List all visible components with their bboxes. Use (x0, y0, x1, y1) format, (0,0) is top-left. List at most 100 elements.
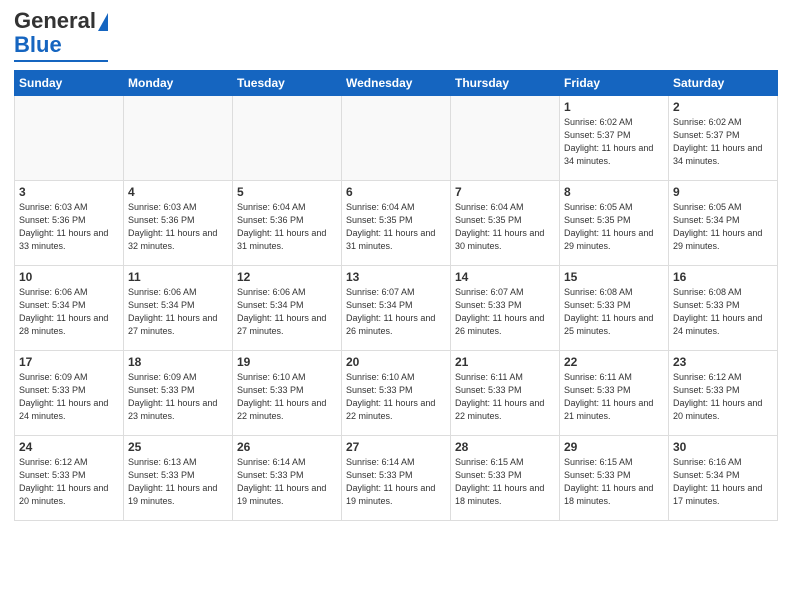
day-number: 13 (346, 270, 446, 284)
logo-triangle-icon (98, 13, 108, 31)
day-info: Sunrise: 6:13 AMSunset: 5:33 PMDaylight:… (128, 456, 228, 508)
day-info: Sunrise: 6:14 AMSunset: 5:33 PMDaylight:… (237, 456, 337, 508)
calendar-cell: 13 Sunrise: 6:07 AMSunset: 5:34 PMDayligh… (342, 266, 451, 351)
day-number: 25 (128, 440, 228, 454)
calendar-cell (15, 96, 124, 181)
calendar-cell: 8Sunrise: 6:05 AMSunset: 5:35 PMDaylight… (560, 181, 669, 266)
day-number: 22 (564, 355, 664, 369)
day-number: 1 (564, 100, 664, 114)
day-info: Sunrise: 6:12 AMSunset: 5:33 PMDaylight:… (19, 456, 119, 508)
day-number: 23 (673, 355, 773, 369)
calendar-cell: 4 Sunrise: 6:03 AMSunset: 5:36 PMDaylight… (124, 181, 233, 266)
day-number: 5 (237, 185, 337, 199)
day-info: Sunrise: 6:03 AMSunset: 5:36 PMDaylight:… (19, 201, 119, 253)
calendar-cell: 18 Sunrise: 6:09 AMSunset: 5:33 PMDayligh… (124, 351, 233, 436)
day-number: 3 (19, 185, 119, 199)
calendar-cell: 14 Sunrise: 6:07 AMSunset: 5:33 PMDayligh… (451, 266, 560, 351)
day-number: 10 (19, 270, 119, 284)
day-info: Sunrise: 6:07 AMSunset: 5:34 PMDaylight:… (346, 286, 446, 338)
calendar-cell: 10 Sunrise: 6:06 AMSunset: 5:34 PMDayligh… (15, 266, 124, 351)
calendar-cell: 26 Sunrise: 6:14 AMSunset: 5:33 PMDayligh… (233, 436, 342, 521)
weekday-header-tuesday: Tuesday (233, 71, 342, 96)
day-number: 9 (673, 185, 773, 199)
day-info: Sunrise: 6:16 AMSunset: 5:34 PMDaylight:… (673, 456, 773, 508)
day-info: Sunrise: 6:11 AMSunset: 5:33 PMDaylight:… (564, 371, 664, 423)
day-number: 15 (564, 270, 664, 284)
calendar-cell (342, 96, 451, 181)
calendar-cell (233, 96, 342, 181)
weekday-header-friday: Friday (560, 71, 669, 96)
logo: General Blue (14, 10, 108, 62)
day-info: Sunrise: 6:10 AMSunset: 5:33 PMDaylight:… (237, 371, 337, 423)
day-number: 12 (237, 270, 337, 284)
day-info: Sunrise: 6:06 AMSunset: 5:34 PMDaylight:… (128, 286, 228, 338)
weekday-header-monday: Monday (124, 71, 233, 96)
logo-underline (14, 60, 108, 62)
day-info: Sunrise: 6:10 AMSunset: 5:33 PMDaylight:… (346, 371, 446, 423)
calendar-week-3: 10 Sunrise: 6:06 AMSunset: 5:34 PMDayligh… (15, 266, 778, 351)
calendar-cell: 29 Sunrise: 6:15 AMSunset: 5:33 PMDayligh… (560, 436, 669, 521)
calendar-cell: 24 Sunrise: 6:12 AMSunset: 5:33 PMDayligh… (15, 436, 124, 521)
day-number: 28 (455, 440, 555, 454)
day-info: Sunrise: 6:02 AMSunset: 5:37 PMDaylight:… (564, 116, 664, 168)
calendar-cell: 1 Sunrise: 6:02 AMSunset: 5:37 PMDaylight… (560, 96, 669, 181)
day-number: 24 (19, 440, 119, 454)
page: General Blue SundayMondayTuesdayWednesda… (0, 0, 792, 529)
header: General Blue (14, 10, 778, 62)
day-info: Sunrise: 6:09 AMSunset: 5:33 PMDaylight:… (19, 371, 119, 423)
day-number: 18 (128, 355, 228, 369)
calendar-cell: 23 Sunrise: 6:12 AMSunset: 5:33 PMDayligh… (669, 351, 778, 436)
calendar-cell: 17Sunrise: 6:09 AMSunset: 5:33 PMDayligh… (15, 351, 124, 436)
day-number: 26 (237, 440, 337, 454)
calendar-cell: 30Sunrise: 6:16 AMSunset: 5:34 PMDayligh… (669, 436, 778, 521)
day-number: 27 (346, 440, 446, 454)
day-number: 2 (673, 100, 773, 114)
day-number: 11 (128, 270, 228, 284)
calendar-cell: 28 Sunrise: 6:15 AMSunset: 5:33 PMDayligh… (451, 436, 560, 521)
day-info: Sunrise: 6:02 AMSunset: 5:37 PMDaylight:… (673, 116, 773, 168)
day-info: Sunrise: 6:15 AMSunset: 5:33 PMDaylight:… (455, 456, 555, 508)
calendar-week-5: 24 Sunrise: 6:12 AMSunset: 5:33 PMDayligh… (15, 436, 778, 521)
day-info: Sunrise: 6:11 AMSunset: 5:33 PMDaylight:… (455, 371, 555, 423)
weekday-header-saturday: Saturday (669, 71, 778, 96)
calendar-week-4: 17Sunrise: 6:09 AMSunset: 5:33 PMDayligh… (15, 351, 778, 436)
day-number: 20 (346, 355, 446, 369)
day-number: 16 (673, 270, 773, 284)
day-info: Sunrise: 6:05 AMSunset: 5:34 PMDaylight:… (673, 201, 773, 253)
day-number: 4 (128, 185, 228, 199)
calendar-cell: 7Sunrise: 6:04 AMSunset: 5:35 PMDaylight… (451, 181, 560, 266)
day-number: 21 (455, 355, 555, 369)
calendar-cell (451, 96, 560, 181)
calendar-cell: 25 Sunrise: 6:13 AMSunset: 5:33 PMDayligh… (124, 436, 233, 521)
calendar-cell: 9 Sunrise: 6:05 AMSunset: 5:34 PMDaylight… (669, 181, 778, 266)
calendar: SundayMondayTuesdayWednesdayThursdayFrid… (14, 70, 778, 521)
calendar-cell (124, 96, 233, 181)
calendar-cell: 20 Sunrise: 6:10 AMSunset: 5:33 PMDayligh… (342, 351, 451, 436)
calendar-cell: 21 Sunrise: 6:11 AMSunset: 5:33 PMDayligh… (451, 351, 560, 436)
day-number: 19 (237, 355, 337, 369)
day-number: 7 (455, 185, 555, 199)
calendar-cell: 2 Sunrise: 6:02 AMSunset: 5:37 PMDaylight… (669, 96, 778, 181)
day-info: Sunrise: 6:06 AMSunset: 5:34 PMDaylight:… (19, 286, 119, 338)
day-info: Sunrise: 6:04 AMSunset: 5:35 PMDaylight:… (346, 201, 446, 253)
calendar-cell: 3 Sunrise: 6:03 AMSunset: 5:36 PMDaylight… (15, 181, 124, 266)
day-info: Sunrise: 6:14 AMSunset: 5:33 PMDaylight:… (346, 456, 446, 508)
day-info: Sunrise: 6:03 AMSunset: 5:36 PMDaylight:… (128, 201, 228, 253)
logo-blue-text: Blue (14, 32, 62, 58)
logo-text: General (14, 10, 108, 32)
weekday-header-wednesday: Wednesday (342, 71, 451, 96)
day-info: Sunrise: 6:15 AMSunset: 5:33 PMDaylight:… (564, 456, 664, 508)
calendar-cell: 6Sunrise: 6:04 AMSunset: 5:35 PMDaylight… (342, 181, 451, 266)
weekday-header-sunday: Sunday (15, 71, 124, 96)
day-info: Sunrise: 6:08 AMSunset: 5:33 PMDaylight:… (673, 286, 773, 338)
day-info: Sunrise: 6:09 AMSunset: 5:33 PMDaylight:… (128, 371, 228, 423)
day-info: Sunrise: 6:04 AMSunset: 5:36 PMDaylight:… (237, 201, 337, 253)
calendar-header-row: SundayMondayTuesdayWednesdayThursdayFrid… (15, 71, 778, 96)
day-info: Sunrise: 6:12 AMSunset: 5:33 PMDaylight:… (673, 371, 773, 423)
calendar-cell: 15 Sunrise: 6:08 AMSunset: 5:33 PMDayligh… (560, 266, 669, 351)
day-number: 29 (564, 440, 664, 454)
day-number: 8 (564, 185, 664, 199)
day-info: Sunrise: 6:07 AMSunset: 5:33 PMDaylight:… (455, 286, 555, 338)
day-info: Sunrise: 6:08 AMSunset: 5:33 PMDaylight:… (564, 286, 664, 338)
day-number: 14 (455, 270, 555, 284)
